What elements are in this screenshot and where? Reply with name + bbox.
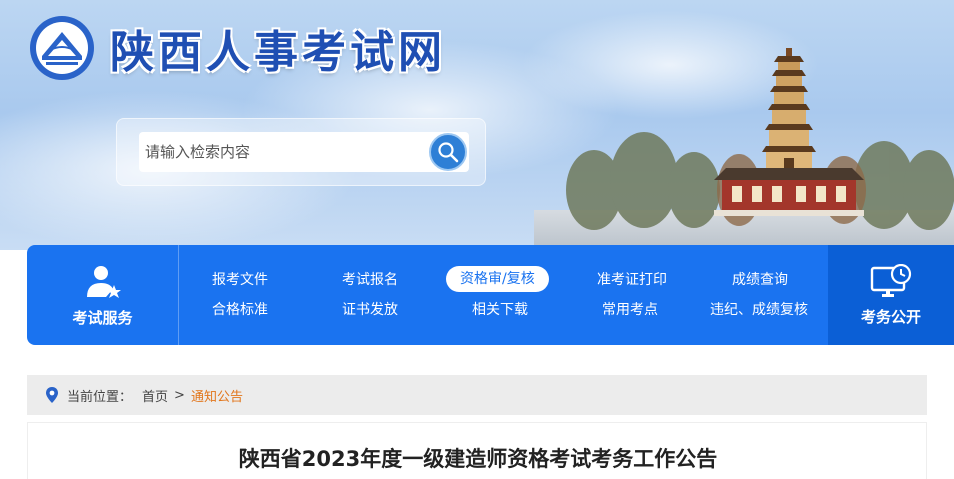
- location-pin-icon: [46, 387, 58, 403]
- breadcrumb-current[interactable]: 通知公告: [191, 386, 243, 405]
- nav-links: 报考文件 考试报名 资格审/复核 准考证打印 成绩查询 合格标准 证书发放 相关…: [182, 265, 828, 335]
- breadcrumb-prefix: 当前位置：: [67, 389, 133, 405]
- site-logo[interactable]: 陕西人事考试网: [28, 14, 446, 82]
- exam-affairs-label: 考务公开: [860, 307, 921, 326]
- nav-item-pass-standard[interactable]: 合格标准: [212, 297, 268, 323]
- user-star-icon: [86, 265, 121, 298]
- nav-item-qualification-review[interactable]: 资格审/复核: [446, 266, 549, 292]
- header-banner: 陕西人事考试网: [0, 0, 954, 250]
- exam-affairs-menu[interactable]: 考务公开: [828, 245, 954, 345]
- nav-item-certificate-issue[interactable]: 证书发放: [342, 297, 398, 323]
- nav-item-admission-ticket[interactable]: 准考证打印: [597, 267, 667, 293]
- search-button[interactable]: [429, 133, 467, 171]
- search-icon: [438, 142, 459, 163]
- main-navigation: 考试服务 报考文件 考试报名 资格审/复核 准考证打印 成绩查询 合格标准 证书…: [27, 245, 954, 345]
- exam-service-menu[interactable]: 考试服务: [27, 245, 179, 345]
- nav-item-downloads[interactable]: 相关下载: [472, 297, 528, 323]
- nav-item-apply-documents[interactable]: 报考文件: [212, 267, 268, 293]
- pagoda-scenery-image: [534, 48, 954, 250]
- nav-item-violation-review[interactable]: 违纪、成绩复核: [710, 297, 808, 323]
- search-input[interactable]: [139, 132, 469, 172]
- article-title: 陕西省2023年度一级建造师资格考试考务工作公告: [238, 447, 718, 471]
- nav-item-exam-sites[interactable]: 常用考点: [602, 297, 658, 323]
- search-panel: [116, 118, 486, 186]
- monitor-clock-icon: [870, 263, 912, 297]
- site-title: 陕西人事考试网: [110, 27, 446, 78]
- breadcrumb-separator: >: [174, 387, 185, 403]
- article-panel: 陕西省2023年度一级建造师资格考试考务工作公告: [27, 422, 927, 479]
- emblem-icon: [30, 16, 94, 80]
- nav-item-score-query[interactable]: 成绩查询: [732, 267, 788, 293]
- exam-service-label: 考试服务: [72, 308, 133, 327]
- breadcrumb: 当前位置： 首页 > 通知公告: [27, 375, 927, 415]
- breadcrumb-home-link[interactable]: 首页: [142, 386, 168, 405]
- nav-item-registration[interactable]: 考试报名: [342, 267, 398, 293]
